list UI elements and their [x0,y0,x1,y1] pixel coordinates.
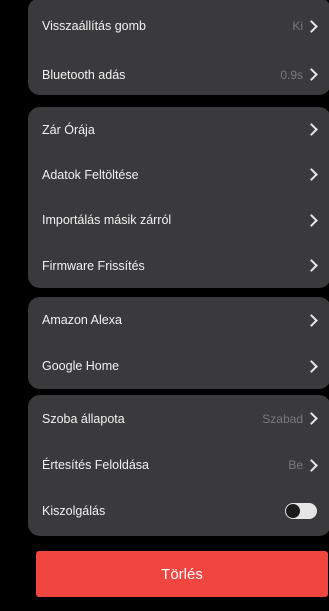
bluetooth-broadcast-value: 0.9s [280,67,303,82]
room-status-label: Szoba állapota [42,411,125,426]
lock-clock-label: Zár Órája [42,122,95,137]
settings-card-room: Szoba állapota Szabad Értesítés Feloldás… [28,395,329,536]
import-from-lock-row[interactable]: Importálás másik zárról [28,197,329,243]
settings-card-lock: Zár Órája Adatok Feltöltése Importálás m… [28,107,329,288]
amazon-alexa-row[interactable]: Amazon Alexa [28,297,329,343]
chevron-right-icon [305,213,318,227]
service-toggle[interactable] [285,503,317,519]
delete-button[interactable]: Törlés [36,551,328,597]
import-from-lock-label: Importálás másik zárról [42,213,172,227]
unlock-notification-value: Be [288,458,303,472]
service-label: Kiszolgálás [42,504,106,518]
chevron-right-icon [305,168,318,181]
firmware-update-label: Firmware Frissítés [42,258,145,273]
bluetooth-broadcast-label: Bluetooth adás [42,67,126,82]
chevron-right-icon [305,313,318,327]
lock-clock-row[interactable]: Zár Órája [28,107,329,152]
reset-button-setting-value: Ki [292,19,303,33]
settings-card-integrations: Amazon Alexa Google Home [28,297,329,389]
google-home-row[interactable]: Google Home [28,343,329,389]
chevron-right-icon [305,123,318,136]
upload-data-label: Adatok Feltöltése [42,167,139,182]
upload-data-row[interactable]: Adatok Feltöltése [28,152,329,197]
google-home-label: Google Home [42,359,120,373]
chevron-right-icon [305,412,318,425]
firmware-update-row[interactable]: Firmware Frissítés [28,243,329,288]
reset-button-setting-label: Visszaállítás gomb [42,19,146,33]
settings-card-general: Visszaállítás gomb Ki Bluetooth adás 0.9… [28,0,329,95]
reset-button-setting-row[interactable]: Visszaállítás gomb Ki [28,0,329,51]
chevron-right-icon [305,359,318,373]
service-row: Kiszolgálás [28,488,329,534]
room-status-value: Szabad [262,411,303,426]
unlock-notification-row[interactable]: Értesítés Feloldása Be [28,442,329,488]
bluetooth-broadcast-row[interactable]: Bluetooth adás 0.9s [28,51,329,98]
chevron-right-icon [305,19,318,33]
chevron-right-icon [305,259,318,272]
unlock-notification-label: Értesítés Feloldása [42,458,149,472]
amazon-alexa-label: Amazon Alexa [42,313,122,327]
chevron-right-icon [305,68,318,81]
room-status-row[interactable]: Szoba állapota Szabad [28,395,329,442]
chevron-right-icon [305,458,318,472]
toggle-knob [286,504,300,518]
